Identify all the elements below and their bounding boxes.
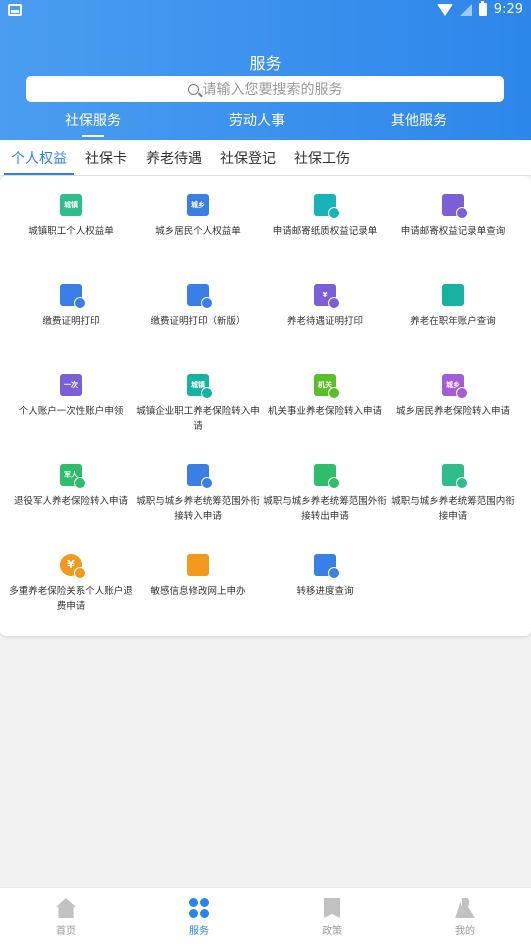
service-item[interactable]: 转移进度查询 <box>260 554 390 599</box>
service-item[interactable]: 缴费证明打印（新版） <box>133 284 263 329</box>
service-item[interactable]: 城镇 城镇职工个人权益单 <box>6 194 136 239</box>
status-time: 9:29 <box>493 2 523 17</box>
nav-services[interactable]: 服务 <box>159 894 239 937</box>
transfer-in-icon <box>187 464 213 489</box>
nav-me-label: 我的 <box>455 926 475 937</box>
screen-icon <box>8 4 22 16</box>
service-item[interactable]: 城乡 城乡居民个人权益单 <box>133 194 263 239</box>
print-icon: ¥ <box>314 284 340 309</box>
subtab-personal-rights[interactable]: 个人权益 <box>11 148 67 168</box>
service-item[interactable]: 城镇 城镇企业职工养老保险转入申请 <box>133 374 263 434</box>
nav-policy[interactable]: 政策 <box>292 894 372 937</box>
service-item[interactable]: ¥ 多重养老保险关系个人账户退费申请 <box>6 554 136 614</box>
search-icon <box>187 83 199 95</box>
battery-icon <box>478 1 487 16</box>
search-input[interactable]: 请输入您要搜索的服务 <box>26 76 504 102</box>
edit-doc-icon <box>442 464 468 489</box>
nav-policy-label: 政策 <box>322 926 342 937</box>
service-item[interactable]: 养老在职年账户查询 <box>388 284 518 329</box>
user-icon <box>455 898 475 918</box>
subtab-work-injury[interactable]: 社保工伤 <box>294 148 350 168</box>
service-item[interactable]: 申请邮寄纸质权益记录单 <box>260 194 390 239</box>
document-icon: 城镇 <box>60 194 82 216</box>
tab-labor-personnel[interactable]: 劳动人事 <box>228 110 286 130</box>
service-item[interactable]: 军人 退役军人养老保险转入申请 <box>6 464 136 509</box>
bottom-nav: 首页 服务 政策 我的 <box>0 887 531 944</box>
service-item[interactable]: 城职与城乡养老统筹范围外衔接转入申请 <box>133 464 263 524</box>
message-icon <box>187 554 209 576</box>
subtab-social-registration[interactable]: 社保登记 <box>220 148 276 168</box>
page-title: 服务 <box>249 54 282 73</box>
transfer-in-icon: 机关 <box>314 374 340 399</box>
nav-me[interactable]: 我的 <box>425 894 505 937</box>
status-bar: 9:29 <box>0 0 531 24</box>
card-icon: 一次 <box>60 374 82 396</box>
wifi-icon <box>436 3 453 16</box>
transfer-in-icon: 军人 <box>60 464 86 489</box>
signal-icon <box>459 3 472 16</box>
service-item[interactable]: 城职与城乡养老统筹范围外衔接转出申请 <box>260 464 390 524</box>
mail-truck-icon <box>314 194 340 219</box>
tab-other-services[interactable]: 其他服务 <box>390 110 448 130</box>
service-item[interactable]: 申请邮寄权益记录单查询 <box>388 194 518 239</box>
service-item[interactable]: 城职与城乡养老统筹范围内衔接申请 <box>388 464 518 524</box>
print-icon <box>187 284 213 309</box>
bookmark-icon <box>324 898 340 918</box>
services-icon <box>189 898 209 918</box>
account-icon <box>442 284 464 306</box>
home-icon <box>56 898 76 918</box>
transfer-out-icon <box>314 464 340 489</box>
service-item[interactable]: 机关 机关事业养老保险转入申请 <box>260 374 390 419</box>
active-tab-indicator <box>4 173 74 175</box>
transfer-in-icon: 城镇 <box>187 374 213 399</box>
service-item[interactable]: ¥ 养老待遇证明打印 <box>260 284 390 329</box>
transfer-in-icon: 城乡 <box>442 374 468 399</box>
service-grid: 城镇 城镇职工个人权益单 城乡 城乡居民个人权益单 申请邮寄纸质权益记录单 申请… <box>0 176 531 636</box>
doc-search-icon <box>442 194 468 219</box>
service-item[interactable]: 缴费证明打印 <box>6 284 136 329</box>
nav-home-label: 首页 <box>56 926 76 937</box>
subtab-social-security-card[interactable]: 社保卡 <box>85 148 127 168</box>
nav-home[interactable]: 首页 <box>26 894 106 937</box>
yuan-icon: ¥ <box>60 554 86 579</box>
document-icon: 城乡 <box>187 194 209 216</box>
search-placeholder: 请输入您要搜索的服务 <box>202 82 343 98</box>
service-item[interactable]: 敏感信息修改网上申办 <box>133 554 263 599</box>
tab-social-security-service[interactable]: 社保服务 <box>64 110 122 137</box>
nav-services-label: 服务 <box>189 926 209 937</box>
service-item[interactable]: 一次 个人账户一次性账户申领 <box>6 374 136 419</box>
service-item[interactable]: 城乡 城乡居民养老保险转入申请 <box>388 374 518 419</box>
subtab-pension-benefits[interactable]: 养老待遇 <box>146 148 202 168</box>
print-icon <box>60 284 86 309</box>
progress-icon <box>314 554 340 579</box>
subtabs: 个人权益 社保卡 养老待遇 社保登记 社保工伤 <box>0 140 531 176</box>
header: 9:29 服务 请输入您要搜索的服务 社保服务 劳动人事 其他服务 <box>0 0 531 140</box>
